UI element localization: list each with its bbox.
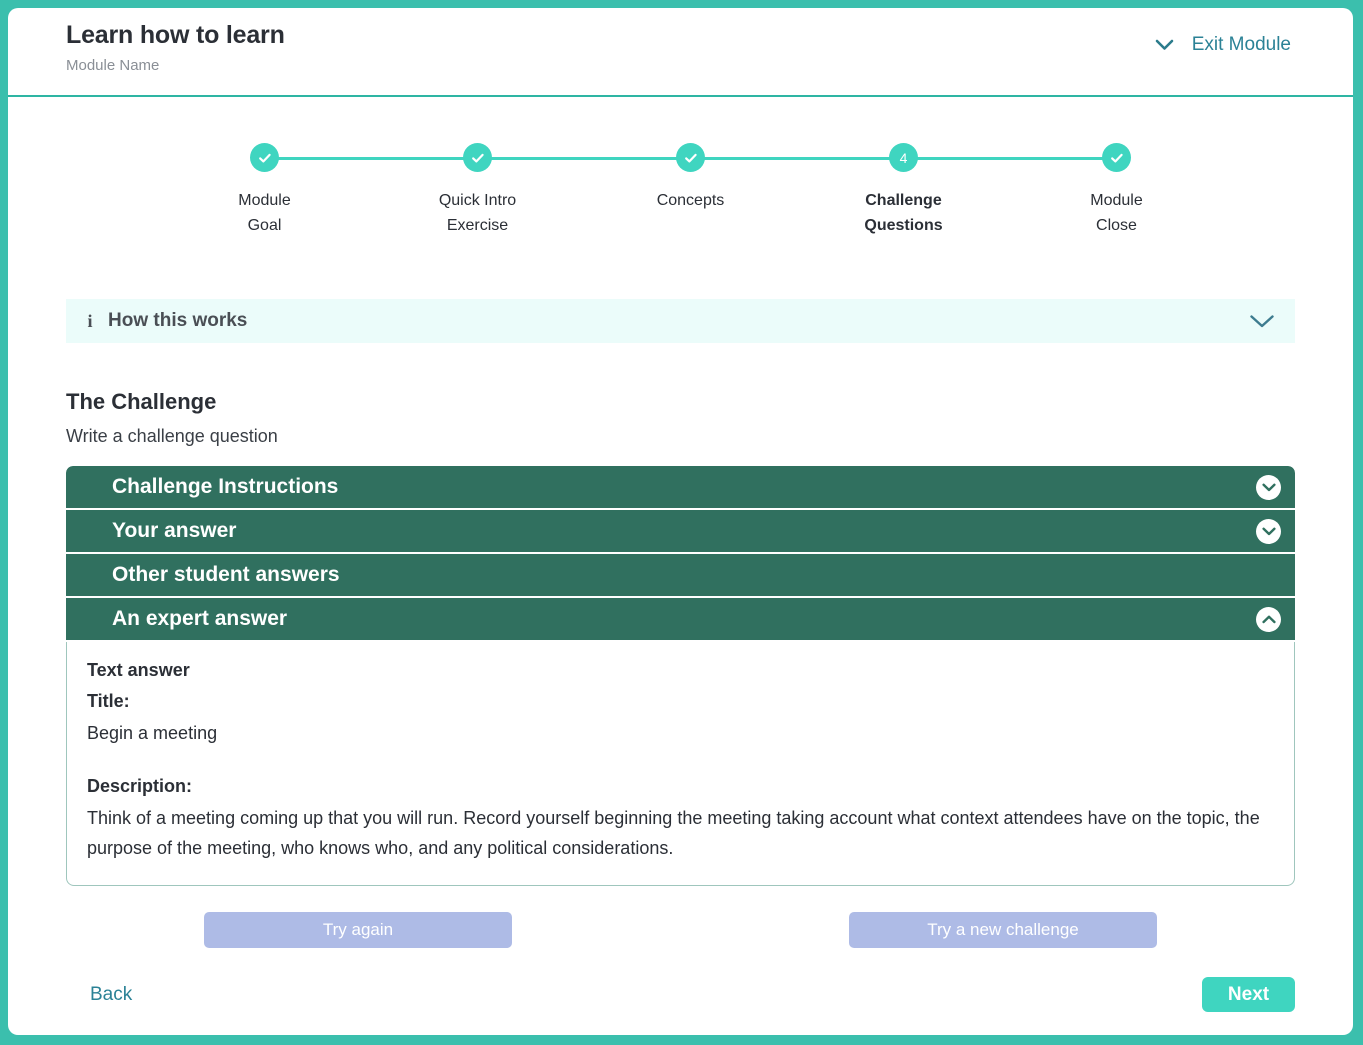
stepper-connector [903,157,1117,160]
stepper-connector [477,157,691,160]
accordion-row-challenge-instructions[interactable]: Challenge Instructions [66,466,1295,510]
progress-stepper: Module Goal Quick Intro Exercise Concept… [8,143,1353,238]
stepper-step-label: Concepts [656,192,725,209]
accordion-row-label: Challenge Instructions [112,475,339,498]
panel-heading: Text answer [87,660,190,680]
module-content: i How this works The Challenge Write a c… [8,299,1353,1012]
chevron-down-icon[interactable] [1249,314,1275,329]
step-status-check-icon [250,143,279,172]
chevron-down-icon [1155,39,1174,51]
accordion-row-an-expert-answer[interactable]: An expert answer [66,598,1295,642]
step-status-check-icon [676,143,705,172]
accordion-row-label: An expert answer [112,607,288,630]
panel-description-value: Think of a meeting coming up that you wi… [87,808,1260,858]
stepper-connector [264,157,478,160]
step-status-check-icon [1102,143,1131,172]
chevron-down-circle-icon[interactable] [1256,474,1281,500]
chevron-down-circle-icon[interactable] [1256,518,1281,544]
stepper-step-label: Module Close [1090,192,1143,234]
how-this-works-label: How this works [108,310,248,331]
try-new-challenge-button[interactable]: Try a new challenge [849,912,1157,948]
module-name-label: Module Name [66,56,160,74]
challenge-accordion: Challenge Instructions Your answer Other… [66,466,1295,642]
how-this-works-bar[interactable]: i How this works [66,299,1295,343]
accordion-row-label: Your answer [112,519,237,542]
panel-spacer [87,748,1274,776]
try-again-button[interactable]: Try again [204,912,512,948]
accordion-row-your-answer[interactable]: Your answer [66,510,1295,554]
exit-module-label: Exit Module [1191,34,1291,55]
exit-module-button[interactable]: Exit Module [1155,34,1291,56]
module-header: Learn how to learn Module Name Exit Modu… [8,8,1353,97]
panel-title-value: Begin a meeting [87,723,218,743]
module-card: Learn how to learn Module Name Exit Modu… [8,8,1353,1035]
module-footer-nav: Back Next [66,977,1295,1012]
challenge-section-title: The Challenge [66,389,217,414]
stepper-step-label: Module Goal [238,192,291,234]
back-link[interactable]: Back [90,984,132,1006]
challenge-section-subtitle: Write a challenge question [66,426,278,446]
app-background: Learn how to learn Module Name Exit Modu… [0,0,1363,1045]
stepper-step-label: Challenge Questions [864,192,943,234]
accordion-row-label: Other student answers [112,563,340,586]
panel-description-label: Description: [87,776,193,796]
step-status-check-icon [463,143,492,172]
stepper-connector [690,157,904,160]
next-button[interactable]: Next [1202,977,1295,1012]
info-icon: i [87,310,93,331]
stepper-step-label: Quick Intro Exercise [438,192,517,234]
expert-answer-panel: Text answer Title: Begin a meeting Descr… [66,642,1295,886]
chevron-up-circle-icon[interactable] [1256,606,1281,632]
step-number-badge: 4 [889,143,918,172]
stepper-step-concepts[interactable]: Concepts [584,143,904,213]
challenge-actions: Try again Try a new challenge [66,912,1295,948]
accordion-row-other-student-answers[interactable]: Other student answers [66,554,1295,598]
stepper-step-module-goal[interactable]: Module Goal [158,143,478,238]
panel-title-label: Title: [87,691,130,711]
